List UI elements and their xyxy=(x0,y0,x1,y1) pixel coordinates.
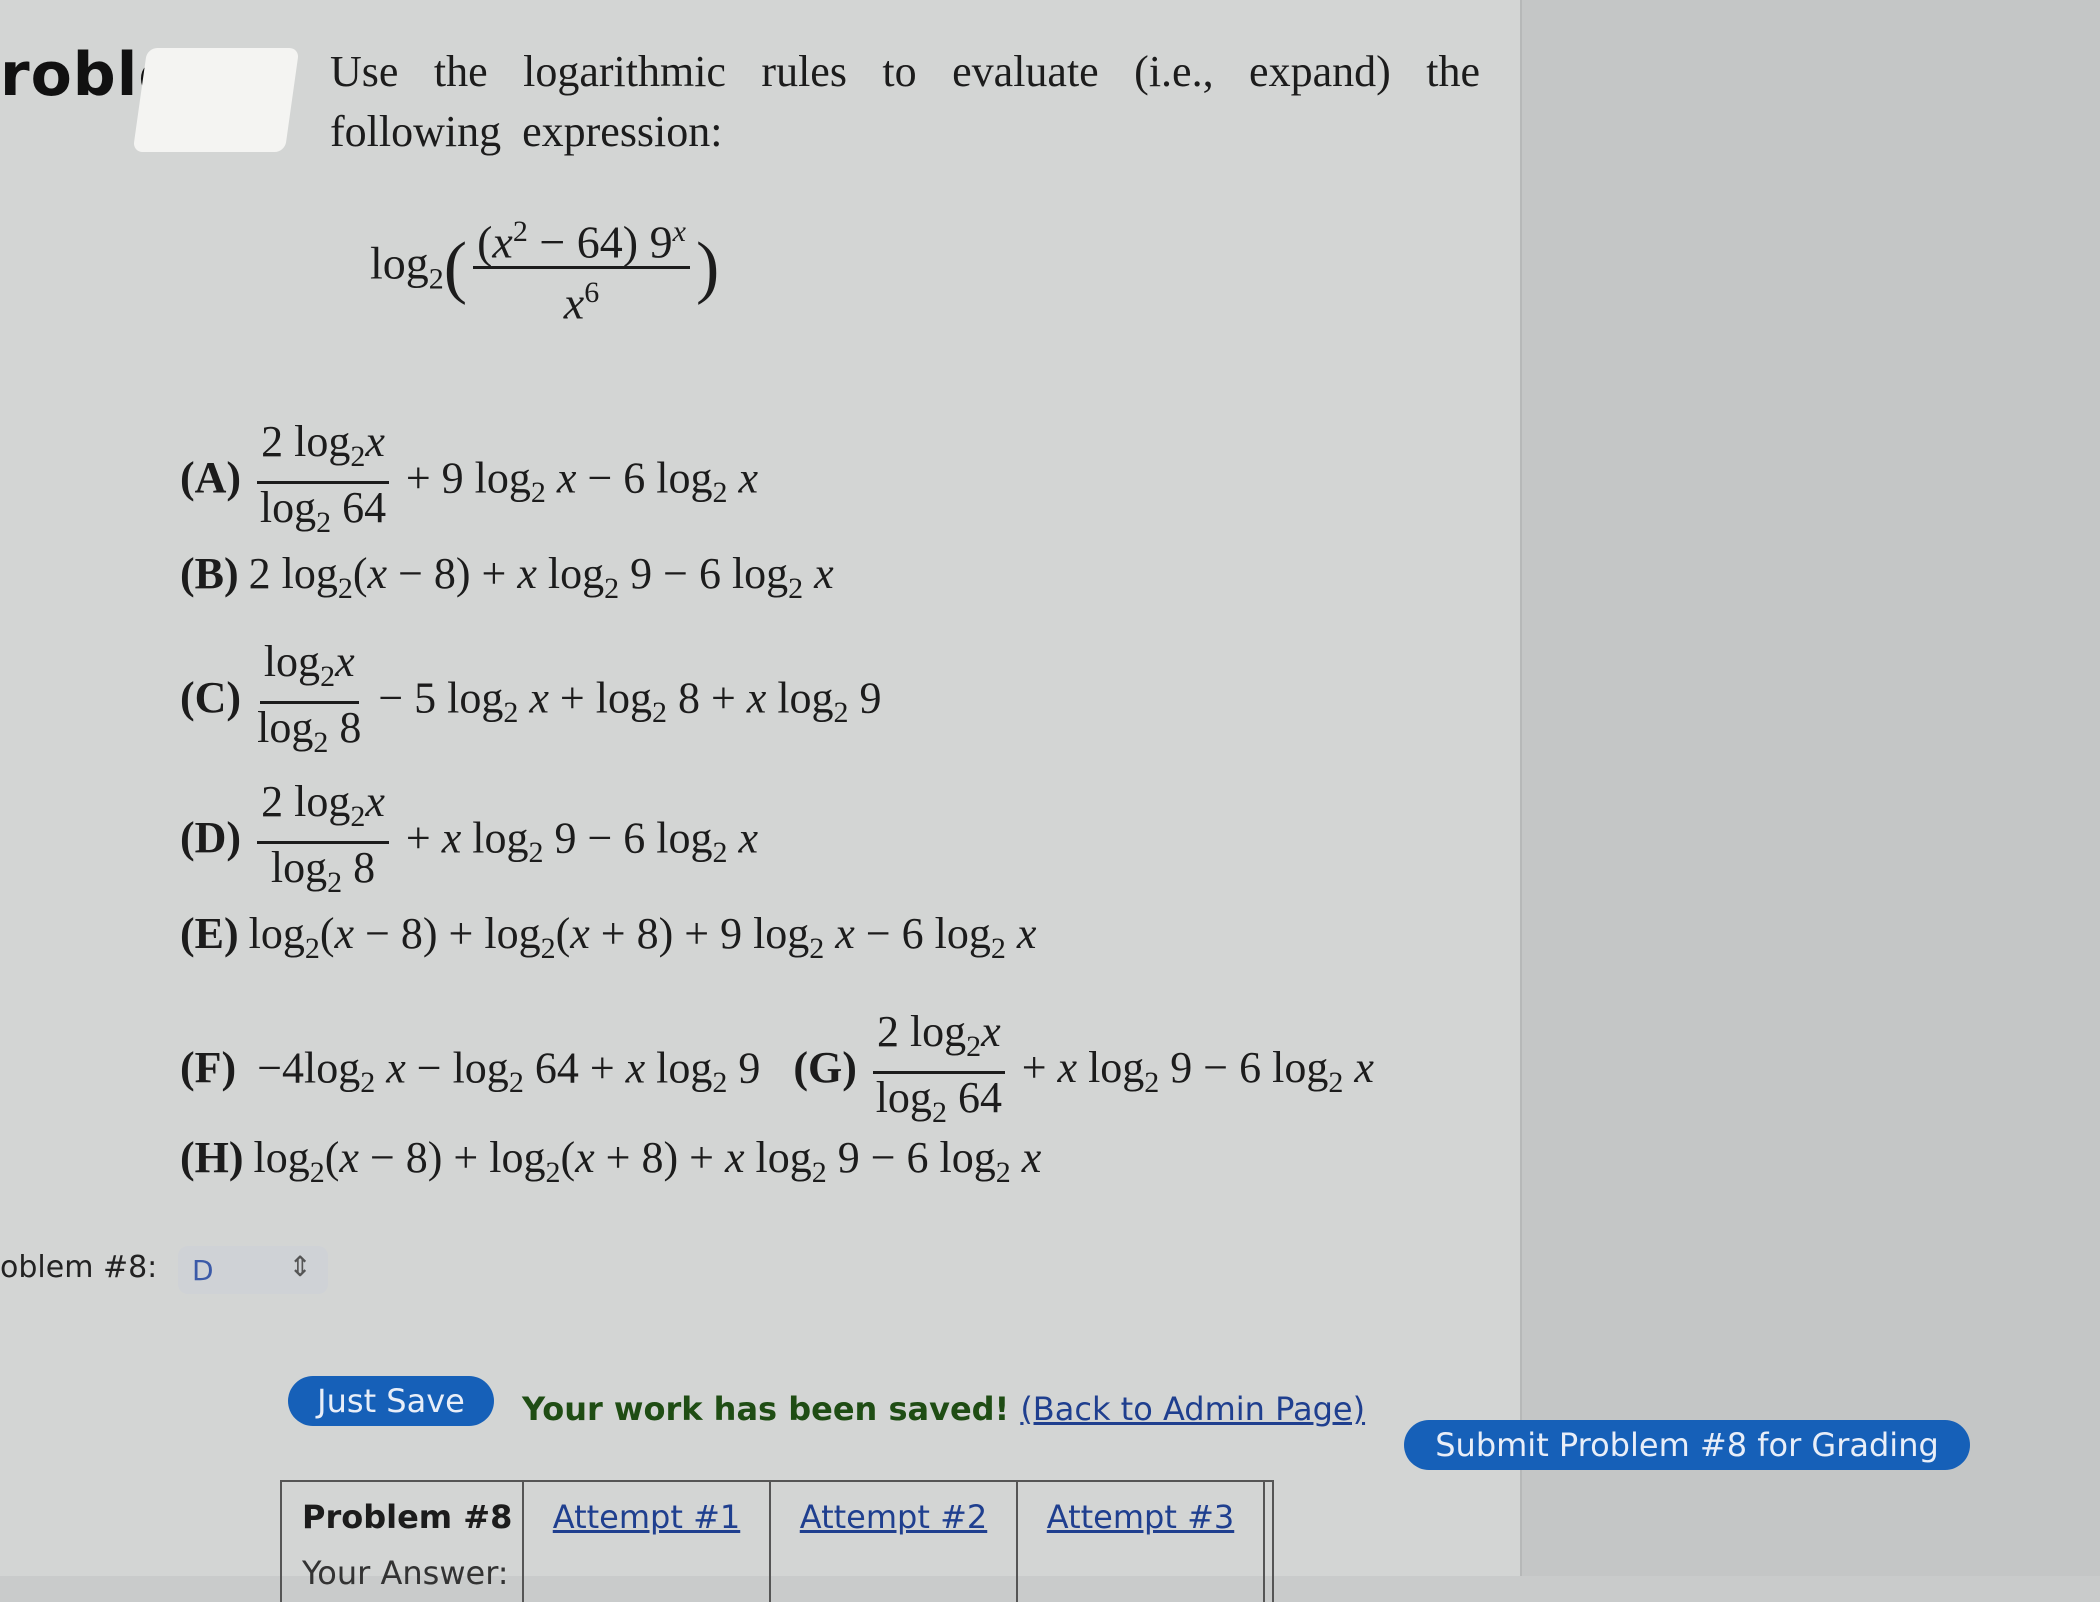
saved-text: Your work has been saved! xyxy=(522,1390,1010,1428)
problem-number-cell: Problem #8 xyxy=(302,1498,513,1536)
option-c-label: (C) xyxy=(180,673,242,723)
submit-grading-button[interactable]: Submit Problem #8 for Grading xyxy=(1404,1420,1970,1470)
option-b: (B) 2 log2(x − 8) + x log2 9 − 6 log2 x xyxy=(180,549,834,605)
option-d-label: (D) xyxy=(180,813,242,863)
your-answer-label: Your Answer: xyxy=(302,1554,509,1592)
attempts-table: Problem #8 Your Answer: Attempt #1 Attem… xyxy=(280,1480,1274,1602)
saved-message: Your work has been saved! (Back to Admin… xyxy=(522,1390,1365,1428)
just-save-button[interactable]: Just Save xyxy=(288,1376,494,1426)
attempt-1-link[interactable]: Attempt #1 xyxy=(524,1482,771,1602)
problem-page: roblem Use the logarithmic rules to eval… xyxy=(0,0,1522,1602)
log-text: log xyxy=(370,237,429,289)
option-a-label: (A) xyxy=(180,453,242,503)
option-b-label: (B) xyxy=(180,549,239,598)
right-pane xyxy=(1522,0,2100,1576)
option-f-label: (F) xyxy=(180,1043,237,1093)
option-g-label: (G) xyxy=(793,1043,857,1093)
problem-prompt: Use the logarithmic rules to evaluate (i… xyxy=(330,47,1480,156)
option-g: (G) 2 log2x log2 64 + x log2 9 − 6 log2 x xyxy=(793,1007,1374,1129)
updown-chevron-icon: ⇕ xyxy=(288,1250,312,1283)
answer-row-label: oblem #8: xyxy=(0,1250,158,1285)
answer-select[interactable]: D ⇕ xyxy=(178,1246,328,1294)
answer-selected-value: D xyxy=(192,1254,214,1287)
attempt-3-link[interactable]: Attempt #3 xyxy=(1018,1482,1265,1602)
main-expression: log2((x2 − 64) 9x x6) xyxy=(370,210,719,326)
option-e: (E) log2(x − 8) + log2(x + 8) + 9 log2 x … xyxy=(180,909,1037,965)
option-a: (A) 2 log2x log2 64 + 9 log2 x − 6 log2 x xyxy=(180,417,759,539)
option-f: (F) −4log2 x − log2 64 + x log2 9 (G) 2 l… xyxy=(180,1007,1374,1129)
attempts-table-header: Problem #8 Your Answer: xyxy=(282,1482,524,1602)
option-h: (H) log2(x − 8) + log2(x + 8) + x log2 9 … xyxy=(180,1133,1042,1189)
option-c: (C) log2x log2 8 − 5 log2 x + log2 8 + x l… xyxy=(180,637,882,759)
option-h-label: (H) xyxy=(180,1133,244,1182)
back-to-admin-link[interactable]: (Back to Admin Page) xyxy=(1020,1390,1365,1428)
redaction-mark xyxy=(132,48,300,152)
option-e-label: (E) xyxy=(180,909,239,958)
option-d: (D) 2 log2x log2 8 + x log2 9 − 6 log2 x xyxy=(180,777,759,899)
attempt-2-link[interactable]: Attempt #2 xyxy=(771,1482,1018,1602)
